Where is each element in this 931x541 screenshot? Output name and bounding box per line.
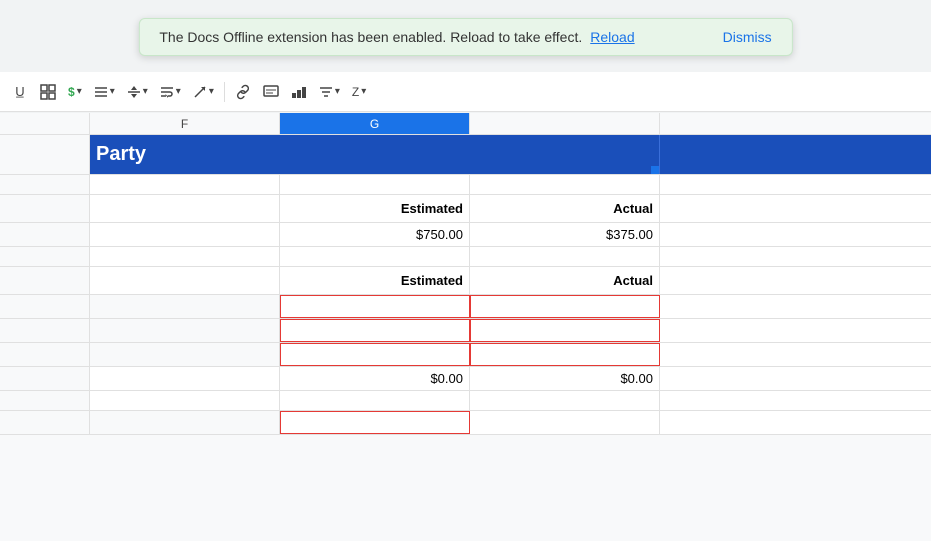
- value-row-1: $750.00 $375.00: [0, 223, 931, 247]
- selection-handle: [651, 166, 659, 174]
- cell-h[interactable]: [470, 247, 660, 266]
- cell-f-empty[interactable]: [90, 195, 280, 222]
- row-num: [0, 391, 90, 410]
- reload-link[interactable]: Reload: [590, 29, 634, 45]
- row-num: [0, 175, 90, 194]
- cell-f-empty[interactable]: [90, 367, 280, 390]
- cell-g-red[interactable]: [470, 295, 660, 318]
- underline-icon[interactable]: U̲: [8, 80, 32, 104]
- spreadsheet-area: F G Party Estimated Actual: [0, 113, 931, 541]
- chart-icon[interactable]: [287, 80, 311, 104]
- red-row-1: [0, 295, 931, 319]
- cell-f[interactable]: [90, 247, 280, 266]
- estimated-header-2: Estimated: [280, 267, 470, 294]
- sort-label: Z: [352, 85, 359, 99]
- comment-icon[interactable]: [259, 80, 283, 104]
- format-btn[interactable]: $ ▾: [64, 83, 86, 101]
- total-row: $0.00 $0.00: [0, 367, 931, 391]
- actual-value-1: $375.00: [470, 223, 660, 246]
- header-row-1: Estimated Actual: [0, 195, 931, 223]
- wrap-btn[interactable]: ▾: [156, 83, 185, 101]
- cell-f[interactable]: [90, 391, 280, 410]
- cell-f-red[interactable]: [280, 343, 470, 366]
- empty-row-1: [0, 175, 931, 195]
- actual-header-2: Actual: [470, 267, 660, 294]
- row-num: [0, 135, 90, 174]
- cell-h[interactable]: [470, 175, 660, 194]
- row-num: [0, 195, 90, 222]
- align-chevron: ▾: [110, 86, 115, 97]
- cell-g[interactable]: [280, 391, 470, 410]
- corner-header: [0, 113, 90, 134]
- cell-f[interactable]: [90, 175, 280, 194]
- cell-f-gray[interactable]: [90, 319, 280, 342]
- total-estimated: $0.00: [280, 367, 470, 390]
- cell-f-gray[interactable]: [90, 295, 280, 318]
- col-f-header[interactable]: F: [90, 113, 280, 134]
- cell-g-last[interactable]: [470, 411, 660, 434]
- row-num: [0, 223, 90, 246]
- col-g-header[interactable]: G: [280, 113, 470, 134]
- empty-row-2: [0, 247, 931, 267]
- cell-g[interactable]: [280, 175, 470, 194]
- cell-f-red-last[interactable]: [280, 411, 470, 434]
- sort-chevron: ▾: [361, 86, 366, 97]
- row-num: [0, 319, 90, 342]
- row-num: [0, 367, 90, 390]
- format-chevron: ▾: [77, 86, 82, 97]
- col-h-header: [470, 113, 660, 134]
- notification-banner: The Docs Offline extension has been enab…: [138, 18, 792, 56]
- red-row-3: [0, 343, 931, 367]
- cell-h[interactable]: [470, 391, 660, 410]
- filter-chevron: ▾: [335, 86, 340, 97]
- link-icon[interactable]: [231, 80, 255, 104]
- cell-f-empty[interactable]: [90, 267, 280, 294]
- party-g-cell: [470, 135, 660, 174]
- estimated-value-1: $750.00: [280, 223, 470, 246]
- valign-btn[interactable]: ▾: [123, 83, 152, 101]
- party-row[interactable]: Party: [0, 135, 931, 175]
- column-headers: F G: [0, 113, 931, 135]
- row-num: [0, 247, 90, 266]
- last-row: [0, 411, 931, 435]
- cell-g-red[interactable]: [470, 343, 660, 366]
- valign-chevron: ▾: [143, 86, 148, 97]
- dismiss-button[interactable]: Dismiss: [723, 29, 772, 45]
- empty-row-3: [0, 391, 931, 411]
- total-actual: $0.00: [470, 367, 660, 390]
- actual-header-1: Actual: [470, 195, 660, 222]
- red-row-2: [0, 319, 931, 343]
- format-label: $: [68, 85, 75, 99]
- row-num: [0, 411, 90, 434]
- cell-f-gray[interactable]: [90, 343, 280, 366]
- cell-f-gray-last[interactable]: [90, 411, 280, 434]
- estimated-header-1: Estimated: [280, 195, 470, 222]
- separator-1: [224, 82, 225, 102]
- grid: Party Estimated Actual $750.00 $375.00: [0, 135, 931, 435]
- cell-g-red[interactable]: [470, 319, 660, 342]
- align-btn[interactable]: ▾: [90, 83, 119, 101]
- rotate-btn[interactable]: ▾: [189, 83, 218, 101]
- wrap-chevron: ▾: [176, 86, 181, 97]
- row-num: [0, 267, 90, 294]
- cell-f-red[interactable]: [280, 295, 470, 318]
- party-title-cell[interactable]: Party: [90, 135, 470, 174]
- cell-f-red[interactable]: [280, 319, 470, 342]
- header-row-2: Estimated Actual: [0, 267, 931, 295]
- cell-g[interactable]: [280, 247, 470, 266]
- cell-f-empty[interactable]: [90, 223, 280, 246]
- borders-icon[interactable]: [36, 80, 60, 104]
- rotate-chevron: ▾: [209, 86, 214, 97]
- row-num: [0, 343, 90, 366]
- filter-btn[interactable]: ▾: [315, 83, 344, 101]
- notification-message: The Docs Offline extension has been enab…: [159, 29, 582, 45]
- sort-btn[interactable]: Z ▾: [348, 83, 370, 101]
- row-num: [0, 295, 90, 318]
- toolbar: U̲ $ ▾ ▾ ▾ ▾ ▾ ▾ Z ▾: [0, 72, 931, 112]
